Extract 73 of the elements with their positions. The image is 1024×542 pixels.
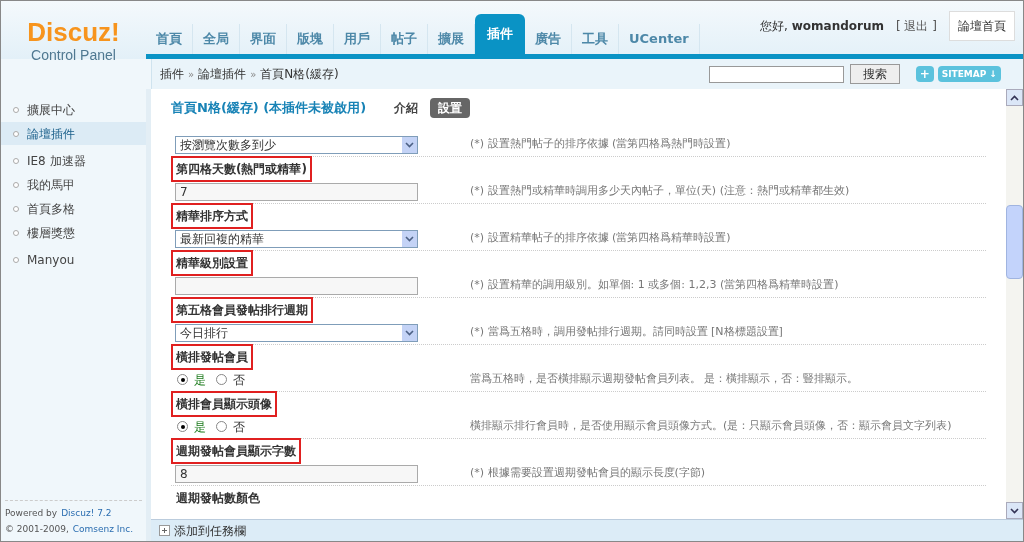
- dropdown-field[interactable]: 按瀏覽次數多到少: [175, 135, 418, 154]
- product-link[interactable]: Discuz! 7.2: [61, 505, 112, 521]
- powered-by-text: Powered by: [5, 507, 58, 520]
- add-to-taskbar-link[interactable]: 添加到任務欄: [174, 521, 246, 540]
- breadcrumb-link[interactable]: 論壇插件: [198, 65, 247, 83]
- chevron-down-icon: [402, 324, 417, 341]
- bullet-icon: [13, 256, 19, 263]
- radio-button[interactable]: [177, 374, 188, 385]
- setting-description: (*) 根據需要設置週期發帖會員的顯示長度(字節): [470, 465, 706, 482]
- sidebar-item[interactable]: 樓層獎懲: [1, 221, 146, 244]
- setting-description: (*) 當爲五格時，調用發帖排行週期。請同時設置 [N格標題設置]: [470, 324, 783, 341]
- dropdown-field[interactable]: 最新回複的精華: [175, 229, 418, 248]
- user-greeting: 您好, womandorum: [760, 18, 884, 35]
- sidebar-item[interactable]: 首頁多格: [1, 197, 146, 220]
- setting-description: (*) 設置精華帖子的排序依據 (當第四格爲精華時設置): [470, 230, 731, 247]
- setting-description: (*) 設置精華的調用級別。如單個: 1 或多個: 1,2,3 (當第四格爲精華時設置): [470, 277, 839, 294]
- discuz-logo: Discuz!: [27, 19, 120, 45]
- text-field[interactable]: [175, 276, 418, 295]
- sidebar-item[interactable]: 我的馬甲: [1, 173, 146, 196]
- chevron-down-icon: [402, 136, 417, 153]
- bullet-icon: [13, 205, 19, 212]
- text-field[interactable]: 7: [175, 182, 418, 201]
- sidebar-item[interactable]: 擴展中心: [1, 98, 146, 121]
- vertical-scrollbar[interactable]: [1006, 89, 1023, 519]
- setting-label: 精華排序方式: [171, 202, 253, 229]
- text-field[interactable]: 8: [175, 464, 418, 483]
- bullet-icon: [13, 157, 19, 164]
- bullet-icon: [13, 106, 19, 113]
- sidebar-item[interactable]: 論壇插件: [1, 122, 146, 145]
- setting-description: (*) 設置熱門帖子的排序依據 (當第四格爲熱門時設置): [470, 136, 731, 153]
- page-tab[interactable]: 設置: [430, 98, 471, 118]
- setting-description: (*) 設置熱門或精華時調用多少天內帖子，單位(天) (注意：熱門或精華都生效): [470, 183, 850, 200]
- setting-label: 週期發帖數顏色: [175, 489, 261, 507]
- search-field[interactable]: [708, 65, 844, 83]
- setting-label: 第四格天數(熱門或精華): [171, 155, 312, 182]
- bullet-icon: [13, 130, 19, 137]
- radio-button[interactable]: [216, 421, 227, 432]
- dropdown-field[interactable]: 今日排行: [175, 323, 418, 342]
- breadcrumb-link[interactable]: 首頁N格(緩存): [260, 65, 339, 83]
- radio-label: 是: [194, 418, 206, 436]
- setting-description: 橫排顯示排行會員時，是否使用顯示會員頭像方式。(是：只顯示會員頭像，否：顯示會員文字列表): [470, 418, 952, 435]
- sidebar-item[interactable]: Manyou: [1, 248, 146, 271]
- scroll-up-icon[interactable]: [1006, 89, 1023, 106]
- breadcrumb-separator: »: [250, 67, 257, 82]
- setting-description: 當爲五格時，是否橫排顯示週期發帖會員列表。 是：橫排顯示，否：豎排顯示。: [470, 371, 859, 388]
- setting-label: 橫排會員顯示頭像: [171, 390, 277, 417]
- logo-subtitle: Control Panel: [31, 46, 116, 65]
- setting-label: 第五格會員發帖排行週期: [171, 296, 313, 323]
- setting-label: 橫排發帖會員: [171, 343, 253, 370]
- setting-label: 週期發帖會員顯示字數: [171, 437, 301, 464]
- page-tab[interactable]: 介紹: [390, 99, 423, 117]
- company-link[interactable]: Comsenz Inc.: [72, 521, 134, 537]
- forum-home-button[interactable]: 論壇首頁: [949, 11, 1015, 41]
- setting-label: 精華級別設置: [171, 249, 253, 276]
- sidebar-item[interactable]: IE8 加速器: [1, 149, 146, 172]
- scrollbar-thumb[interactable]: [1006, 205, 1023, 279]
- chevron-down-icon: [402, 230, 417, 247]
- logout-link[interactable]: [ 退出 ]: [896, 17, 937, 35]
- page-title: 首頁N格(緩存) (本插件未被啟用): [171, 99, 367, 118]
- radio-button[interactable]: [177, 421, 188, 432]
- radio-button[interactable]: [216, 374, 227, 385]
- bullet-icon: [13, 229, 19, 236]
- bullet-icon: [13, 181, 19, 188]
- radio-label: 是: [194, 371, 206, 389]
- nav-tab[interactable]: 插件: [475, 14, 525, 54]
- breadcrumb-separator: »: [188, 67, 195, 82]
- scroll-down-icon[interactable]: [1006, 502, 1023, 519]
- breadcrumb-link[interactable]: 插件: [160, 65, 184, 83]
- plus-icon[interactable]: [159, 525, 170, 536]
- radio-label: 否: [233, 371, 245, 389]
- copyright-text: © 2001-2009,: [5, 523, 69, 536]
- radio-label: 否: [233, 418, 245, 436]
- search-button[interactable]: 搜索: [849, 64, 900, 84]
